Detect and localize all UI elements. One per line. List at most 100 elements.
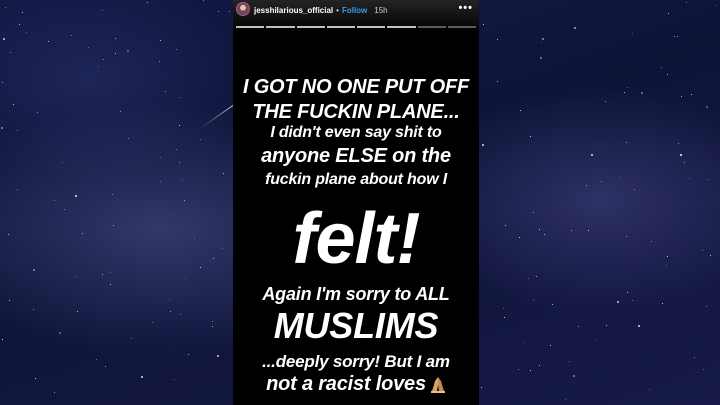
star [82, 233, 83, 234]
star [539, 229, 540, 230]
star [627, 292, 628, 293]
star [160, 157, 161, 158]
star [689, 178, 690, 179]
star [229, 11, 230, 12]
star [2, 339, 3, 340]
star [200, 139, 201, 140]
star [71, 35, 72, 36]
star [110, 272, 111, 273]
star [102, 274, 103, 275]
avatar[interactable] [236, 2, 250, 16]
story-text-line: Again I'm sorry to ALL [262, 284, 450, 304]
star [571, 230, 572, 231]
star [128, 138, 129, 139]
star [504, 317, 505, 318]
story-text-line: not a racist loves [266, 373, 426, 395]
star [533, 212, 534, 213]
star [649, 389, 650, 390]
star [702, 250, 703, 251]
star [218, 11, 219, 12]
story-meta: jesshilarious_official • Follow 15h [254, 4, 388, 16]
progress-segment [417, 26, 446, 28]
star [678, 143, 679, 144]
story-text-line: fuckin plane about how I [265, 171, 447, 188]
star [632, 300, 633, 301]
story-text-line-last: not a racist loves [233, 373, 479, 396]
star [160, 181, 161, 182]
star [17, 189, 18, 190]
star [666, 265, 667, 266]
star [605, 101, 606, 102]
star [159, 61, 160, 62]
star [179, 125, 180, 126]
star [520, 110, 521, 111]
star [503, 308, 504, 309]
star [677, 36, 678, 37]
star [596, 339, 597, 340]
star [544, 234, 545, 235]
star [3, 38, 5, 40]
timestamp: 15h [374, 5, 388, 15]
star [536, 276, 537, 277]
star [113, 225, 114, 226]
progress-segment [266, 26, 295, 28]
star [5, 7, 6, 8]
progress-segment [447, 26, 476, 28]
star [617, 301, 619, 303]
star [222, 248, 223, 249]
star [105, 366, 106, 367]
star [530, 370, 531, 371]
star [180, 314, 181, 315]
story-text-line: felt! [292, 199, 421, 279]
star [217, 355, 219, 357]
star [680, 154, 682, 156]
star [176, 49, 177, 50]
star [131, 338, 132, 339]
star [35, 378, 36, 379]
star [2, 82, 3, 83]
star [588, 230, 589, 231]
progress-segment [236, 26, 265, 28]
progress-segment [326, 26, 355, 28]
star [674, 36, 675, 37]
story-progress [236, 26, 476, 28]
star [710, 255, 711, 256]
story-text-line: THE FUCKIN PLANE... [252, 101, 460, 123]
star [19, 24, 20, 25]
star [573, 375, 575, 377]
more-dots-icon[interactable]: ••• [458, 2, 473, 14]
star [634, 189, 635, 190]
star [112, 194, 113, 195]
star [565, 399, 566, 400]
star [661, 67, 662, 68]
follow-button[interactable]: Follow [342, 6, 367, 15]
star [703, 369, 704, 370]
star [182, 179, 183, 180]
progress-segment [357, 26, 386, 28]
star [8, 234, 9, 235]
star [542, 38, 544, 40]
star [98, 66, 99, 67]
progress-segment [296, 26, 325, 28]
star [141, 376, 143, 378]
star [539, 365, 540, 366]
star [96, 359, 97, 360]
star [48, 41, 49, 42]
star [667, 256, 668, 257]
username[interactable]: jesshilarious_official [254, 6, 333, 15]
star [578, 326, 579, 327]
star [481, 387, 482, 388]
star [64, 209, 65, 210]
star [37, 112, 38, 113]
star [483, 24, 484, 25]
star [497, 39, 498, 40]
star [184, 200, 185, 201]
star [33, 309, 34, 310]
story-text-line: I GOT NO ONE PUT OFF [242, 76, 469, 98]
star [33, 269, 35, 271]
star [540, 57, 542, 59]
star [626, 236, 627, 237]
star [716, 5, 717, 6]
star [212, 321, 213, 322]
star [185, 278, 186, 279]
